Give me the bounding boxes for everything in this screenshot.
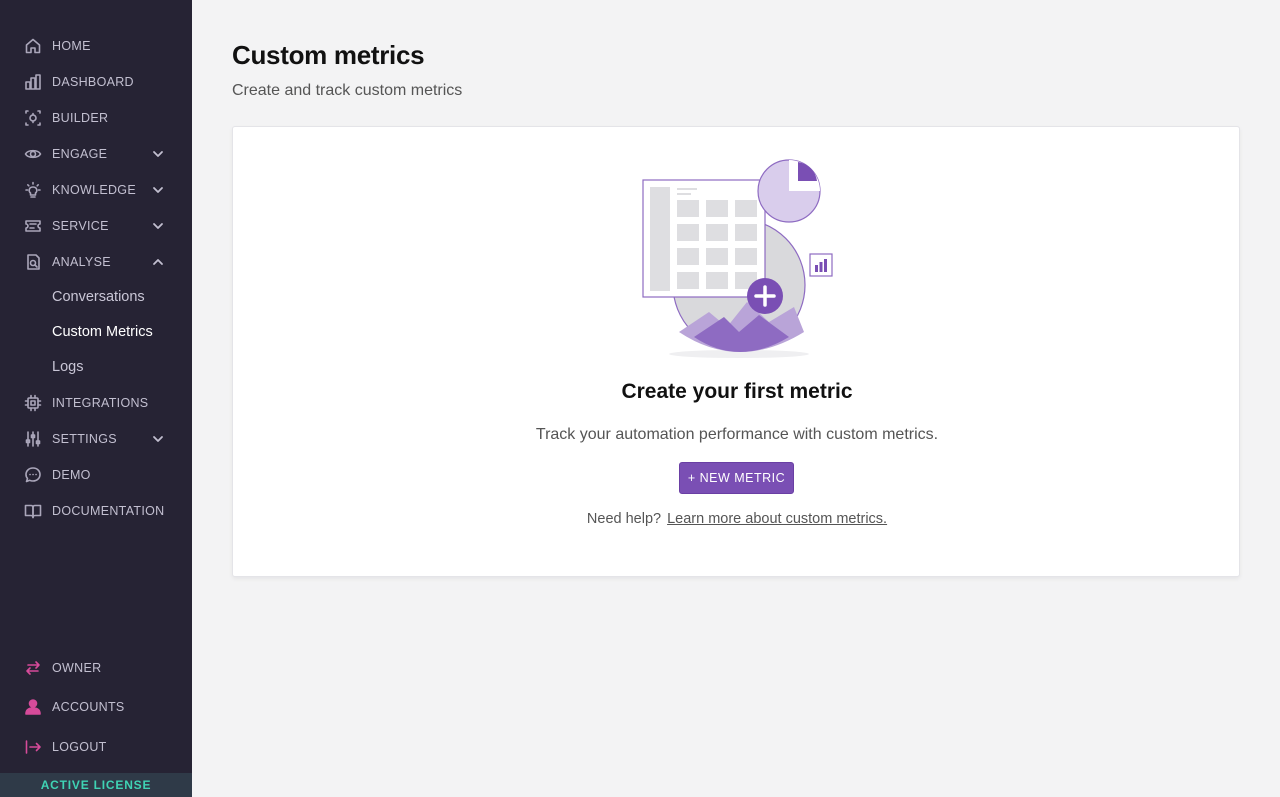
sidebar-item-logout[interactable]: LOGOUT: [0, 727, 192, 767]
sidebar-item-knowledge[interactable]: KNOWLEDGE: [0, 172, 192, 208]
builder-icon: [24, 109, 42, 127]
sidebar-item-label: ACCOUNTS: [52, 700, 125, 715]
sidebar-item-label: DEMO: [52, 468, 91, 482]
sidebar-item-analyse[interactable]: ANALYSE: [0, 244, 192, 280]
sidebar-item-settings[interactable]: SETTINGS: [0, 421, 192, 457]
sidebar-item-documentation[interactable]: DOCUMENTATION: [0, 493, 192, 529]
eye-icon: [24, 145, 42, 163]
ticket-icon: [24, 217, 42, 235]
help-text: Need help? Learn more about custom metric…: [233, 511, 1241, 527]
user-icon: [24, 698, 42, 716]
sidebar-item-label: DOCUMENTATION: [52, 504, 165, 518]
chevron-down-icon[interactable]: [152, 432, 164, 444]
sidebar-item-label: KNOWLEDGE: [52, 183, 136, 197]
sidebar-item-label: OWNER: [52, 660, 102, 675]
analyse-icon: [24, 253, 42, 271]
sidebar-item-home[interactable]: HOME: [0, 28, 192, 64]
sidebar-subitem-custom-metrics[interactable]: Custom Metrics: [0, 315, 192, 350]
sidebar-item-dashboard[interactable]: DASHBOARD: [0, 64, 192, 100]
sidebar-item-label: ANALYSE: [52, 255, 111, 269]
sidebar-item-owner[interactable]: OWNER: [0, 648, 192, 688]
chip-icon: [24, 394, 42, 412]
main-content: Custom metrics Create and track custom m…: [192, 0, 1280, 797]
lightbulb-icon: [24, 181, 42, 199]
sidebar-item-service[interactable]: SERVICE: [0, 208, 192, 244]
empty-state-title: Create your first metric: [621, 380, 853, 403]
metrics-illustration-icon: [642, 159, 833, 358]
sidebar-item-label: LOGOUT: [52, 739, 107, 754]
sidebar-item-engage[interactable]: ENGAGE: [0, 136, 192, 172]
sidebar-item-label: SERVICE: [52, 219, 109, 233]
sidebar-nav: HOME DASHBOARD BUILDER ENGAGE KNOWLEDGE …: [0, 28, 192, 529]
chat-icon: [24, 466, 42, 484]
analyse-submenu: Conversations Custom Metrics Logs: [0, 280, 192, 385]
sidebar-bottom-nav: OWNER ACCOUNTS LOGOUT: [0, 648, 192, 767]
sidebar-item-label: SETTINGS: [52, 432, 117, 446]
empty-state-text: Track your automation performance with c…: [535, 426, 939, 443]
home-icon: [24, 37, 42, 55]
chevron-down-icon[interactable]: [152, 219, 164, 231]
logout-icon: [24, 738, 42, 756]
learn-more-link[interactable]: Learn more about custom metrics.: [667, 511, 887, 527]
sidebar-item-label: ENGAGE: [52, 147, 108, 161]
chevron-down-icon[interactable]: [152, 147, 164, 159]
page-subtitle: Create and track custom metrics: [232, 82, 463, 99]
swap-icon: [24, 659, 42, 677]
sidebar-item-label: INTEGRATIONS: [52, 396, 149, 410]
sidebar-item-builder[interactable]: BUILDER: [0, 100, 192, 136]
book-icon: [24, 502, 42, 520]
sidebar-item-accounts[interactable]: ACCOUNTS: [0, 688, 192, 728]
license-status-badge: ACTIVE LICENSE: [0, 773, 192, 797]
page-title: Custom metrics: [232, 40, 425, 70]
sidebar-item-label: BUILDER: [52, 111, 109, 125]
sliders-icon: [24, 430, 42, 448]
sidebar-item-label: HOME: [52, 39, 91, 53]
sidebar-item-integrations[interactable]: INTEGRATIONS: [0, 385, 192, 421]
sidebar-item-demo[interactable]: DEMO: [0, 457, 192, 493]
bar-chart-icon: [24, 73, 42, 91]
chevron-down-icon[interactable]: [152, 183, 164, 195]
help-prefix: Need help?: [586, 511, 662, 527]
sidebar: HOME DASHBOARD BUILDER ENGAGE KNOWLEDGE …: [0, 0, 192, 797]
empty-state-card: Create your first metric Track your auto…: [232, 126, 1240, 577]
new-metric-button[interactable]: + NEW METRIC: [679, 462, 794, 494]
sidebar-subitem-logs[interactable]: Logs: [0, 350, 192, 385]
sidebar-item-label: DASHBOARD: [52, 75, 134, 89]
chevron-up-icon[interactable]: [152, 255, 164, 267]
sidebar-subitem-conversations[interactable]: Conversations: [0, 280, 192, 315]
